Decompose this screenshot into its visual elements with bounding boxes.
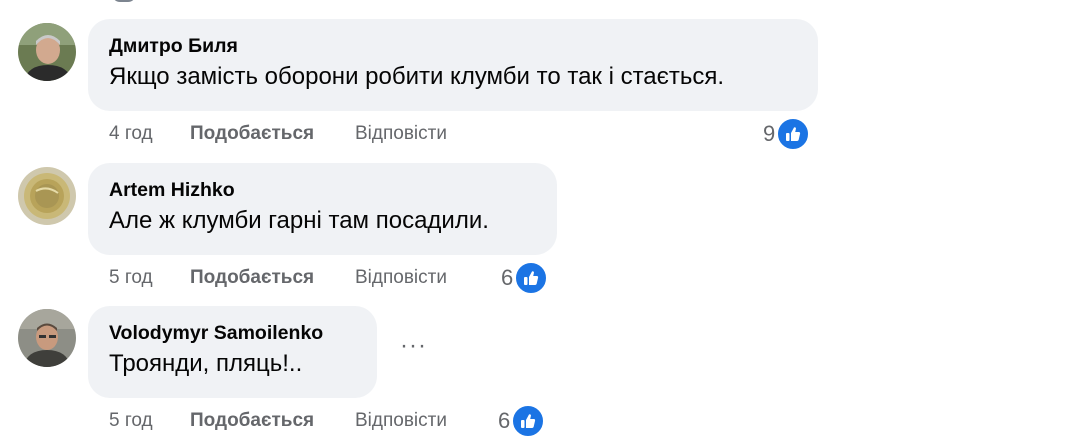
comment-bubble: Volodymyr Samoilenko Троянди, пляць!.. [88, 306, 377, 398]
comment-bubble: Artem Hizhko Але ж клумби гарні там поса… [88, 163, 557, 255]
reaction-count: 6 [498, 408, 511, 433]
avatar[interactable] [18, 23, 76, 81]
comment-author[interactable]: Дмитро Биля [109, 35, 798, 57]
comment-author[interactable]: Artem Hizhko [109, 179, 537, 201]
reaction-count: 9 [763, 121, 776, 146]
like-button[interactable]: Подобається [190, 267, 314, 289]
comment-text: Але ж клумби гарні там посадили. [109, 207, 489, 234]
comment-timestamp[interactable]: 5 год [109, 267, 153, 289]
comment-text: Троянди, пляць!.. [109, 350, 303, 377]
like-button[interactable]: Подобається [190, 410, 314, 432]
reply-button[interactable]: Відповісти [355, 410, 447, 432]
reply-button[interactable]: Відповісти [355, 123, 447, 145]
like-button[interactable]: Подобається [190, 123, 314, 145]
reaction-count: 6 [501, 265, 514, 290]
comment-text: Якщо замість оборони робити клумби то та… [109, 63, 725, 90]
avatar[interactable] [18, 167, 76, 225]
more-options-icon[interactable]: ··· [400, 334, 427, 358]
reaction-summary[interactable]: 6 [498, 404, 546, 438]
reaction-summary[interactable]: 6 [501, 261, 549, 295]
thumbs-up-icon [514, 261, 549, 295]
thumbs-up-icon [776, 117, 811, 151]
comments-thread: Дмитро Биля Якщо замість оборони робити … [0, 0, 1088, 446]
comment-timestamp[interactable]: 5 год [109, 410, 153, 432]
avatar[interactable] [18, 309, 76, 367]
reply-button[interactable]: Відповісти [355, 267, 447, 289]
previous-comment-avatar [112, 0, 136, 2]
comment-bubble: Дмитро Биля Якщо замість оборони робити … [88, 19, 818, 111]
comment-author[interactable]: Volodymyr Samoilenko [109, 322, 357, 344]
reaction-summary[interactable]: 9 [763, 117, 811, 151]
thumbs-up-icon [511, 404, 546, 438]
comment-timestamp[interactable]: 4 год [109, 123, 153, 145]
